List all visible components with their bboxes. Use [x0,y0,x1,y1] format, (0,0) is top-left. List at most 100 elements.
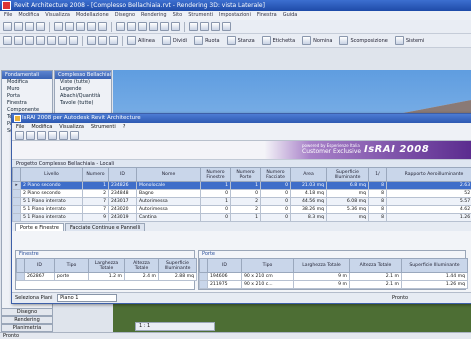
sidebar-item-door[interactable]: Porta [2,93,52,100]
column-header[interactable]: Numero Facciate [260,167,291,182]
save-icon[interactable] [25,22,34,31]
column-header[interactable]: ID [207,258,242,273]
menu-view[interactable]: Visualizza [45,11,70,20]
mirror-icon[interactable] [47,36,56,45]
delete-icon[interactable] [109,36,118,45]
column-header[interactable]: Numero [82,167,109,182]
table-row[interactable]: ▸ 2 Piano secondo 1 234826 Monolocale 1 … [12,181,471,190]
menu-rendering[interactable]: Rendering [141,11,167,20]
open-file-icon[interactable] [15,131,24,140]
split-icon[interactable] [161,36,171,45]
filter-icon[interactable] [222,22,231,31]
table-row[interactable]: 262867 porte 1.2 m 2.4 m 2.88 mq [16,272,197,281]
zoom-icon[interactable] [127,22,136,31]
sidebar-item-modify[interactable]: Modifica [2,79,52,86]
tag-icon[interactable] [261,36,271,45]
browser-item-views[interactable]: Viste (tutte) [55,79,111,86]
menu-drawing[interactable]: Disegno [115,11,135,20]
copy-element-icon[interactable] [25,36,34,45]
row-selector[interactable] [12,213,21,222]
menu-file[interactable]: File [4,11,12,20]
split-label[interactable]: Dividi [173,38,187,44]
table-row[interactable]: 5 1 Piano interrato 7 243017 Autorimessa… [12,197,471,206]
row-selector[interactable] [12,189,21,198]
row-selector[interactable] [199,272,208,281]
export-icon[interactable] [48,131,57,140]
pointer-icon[interactable] [116,22,125,31]
column-header[interactable]: Area [290,167,327,182]
column-header[interactable]: Larghezza Totale [293,258,350,273]
menu-site[interactable]: Sito [173,11,183,20]
table-row[interactable]: 5 1 Piano interrato 9 243019 Cantina 0 1… [12,213,471,222]
column-header[interactable]: Altezza Totale [124,258,159,273]
column-header[interactable]: Tipo [54,258,89,273]
browser-item-legends[interactable]: Legende [55,86,111,93]
column-header[interactable]: ID [24,258,55,273]
print-report-icon[interactable] [59,131,68,140]
decompose-icon[interactable] [339,36,349,45]
menu-settings[interactable]: Impostazioni [219,11,251,20]
menu-tools[interactable]: Strumenti [188,11,213,20]
redo-icon[interactable] [98,22,107,31]
name-label[interactable]: Nomina [313,38,332,44]
column-header[interactable]: Numero Porte [230,167,261,182]
section-icon[interactable] [138,22,147,31]
rotate-label[interactable]: Ruota [205,38,220,44]
row-selector[interactable] [199,280,208,289]
align-icon[interactable] [127,36,136,45]
rendering-button[interactable]: Rendering [1,316,53,324]
table-row[interactable]: 194606 90 x 210 cm 9 m 2.1 m 1.44 mq [199,272,468,281]
view-scale[interactable]: 1 : 1 [139,323,150,329]
render-icon[interactable] [211,22,220,31]
print-icon[interactable] [36,22,45,31]
tab-doors-windows[interactable]: Porte e Finestre [15,223,64,231]
group-icon[interactable] [87,36,96,45]
table-row[interactable]: 211975 90 x 210 c... 9 m 2.1 m 1.26 mq [199,280,468,289]
align-label[interactable]: Allinea [138,38,155,44]
elevation-icon[interactable] [149,22,158,31]
save-file-icon[interactable] [26,131,35,140]
dialog-menu-view[interactable]: Visualizza [59,123,84,131]
column-header[interactable]: Larghezza Totale [88,258,125,273]
3d-view-icon[interactable] [171,22,180,31]
column-header[interactable]: Numero Finestre [200,167,231,182]
row-selector[interactable] [12,205,21,214]
row-selector[interactable]: ▸ [12,181,21,190]
callout-icon[interactable] [160,22,169,31]
cut-icon[interactable] [54,22,63,31]
browser-item-sheets[interactable]: Tavole (tutte) [55,100,111,107]
column-header[interactable]: Superficie Illuminante [401,258,468,273]
systems-label[interactable]: Sistemi [406,38,424,44]
decompose-label[interactable]: Scomposizione [350,38,387,44]
revit-logo-icon[interactable] [2,1,11,10]
rotate-icon[interactable] [36,36,45,45]
undo-icon[interactable] [87,22,96,31]
thin-lines-icon[interactable] [200,22,209,31]
rotate-tool-icon[interactable] [194,36,204,45]
site-plan-button[interactable]: Planimetria [1,324,53,332]
new-icon[interactable] [3,22,12,31]
menu-help[interactable]: Guida [283,11,298,20]
menu-modelling[interactable]: Modellazione [76,11,109,20]
room-label[interactable]: Stanza [238,38,255,44]
systems-icon[interactable] [394,36,404,45]
column-header[interactable]: Livello [20,167,83,182]
column-header[interactable]: Superficie Illuminante [326,167,369,182]
dialog-menu-edit[interactable]: Modifica [31,123,52,131]
column-header[interactable]: 1/ [368,167,387,182]
column-header[interactable]: Altezza Totale [349,258,402,273]
row-selector[interactable] [12,197,21,206]
menu-edit[interactable]: Modifica [18,11,39,20]
lock-icon[interactable] [98,36,107,45]
paste-icon[interactable] [76,22,85,31]
tab-curtain-walls[interactable]: Facciate Continue e Pannelli [64,223,146,231]
scale-icon[interactable] [69,36,78,45]
column-header[interactable]: Superficie Illuminante [158,258,197,273]
browser-item-schedules[interactable]: Abachi/Quantità [55,93,111,100]
design-bar-tab[interactable]: Fondamentali [2,71,52,79]
dialog-menu-help[interactable]: ? [123,123,126,131]
dialog-menu-tools[interactable]: Strumenti [91,123,116,131]
sidebar-item-wall[interactable]: Muro [2,86,52,93]
move-icon[interactable] [14,36,23,45]
table-row[interactable]: 5 1 Piano interrato 7 243020 Autorimessa… [12,205,471,214]
